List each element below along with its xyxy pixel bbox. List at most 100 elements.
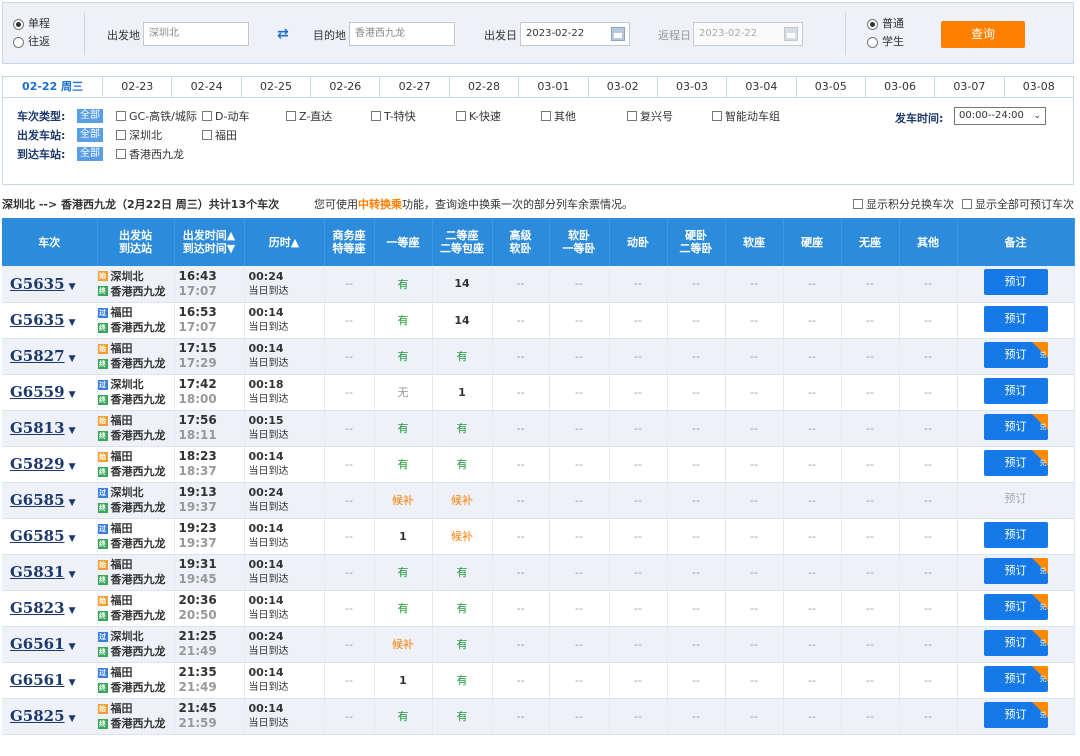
column-header[interactable]: 出发时间▲ 到达时间▼	[174, 218, 245, 266]
book-button[interactable]: 预订	[983, 377, 1048, 404]
book-button[interactable]: 预订 兑	[983, 629, 1048, 656]
seat-cell: --	[899, 554, 958, 591]
arr-station-all-button[interactable]: 全部	[77, 147, 103, 161]
train-type-checkbox[interactable]: 智能动车组	[712, 108, 780, 124]
station-tag-icon: 终	[97, 394, 108, 405]
tab-date[interactable]: 03-06	[865, 77, 936, 97]
tab-date[interactable]: 02-27	[380, 77, 450, 97]
train-number-link[interactable]: G5825	[10, 707, 65, 725]
tab-date[interactable]: 02-26	[311, 77, 381, 97]
from-station-name: 深圳北	[110, 486, 144, 499]
book-button[interactable]: 预订 兑	[983, 341, 1048, 368]
train-number-link[interactable]: G5813	[10, 419, 65, 437]
caret-down-icon[interactable]: ▼	[69, 390, 76, 400]
seat-availability[interactable]: 候补	[392, 638, 414, 651]
book-button[interactable]: 预订	[983, 521, 1048, 548]
train-number-link[interactable]: G5827	[10, 347, 65, 365]
train-type-checkbox[interactable]: Z-直达	[286, 108, 332, 124]
from-station-name: 福田	[110, 306, 133, 319]
dep-time-select[interactable]: 00:00--24:00 ⌄	[954, 107, 1046, 125]
book-button[interactable]: 预订 兑	[983, 413, 1048, 440]
radio-student[interactable]: 学生	[867, 33, 904, 51]
seat-availability[interactable]: 候补	[392, 494, 414, 507]
train-number-link[interactable]: G5831	[10, 563, 65, 581]
caret-down-icon[interactable]: ▼	[69, 714, 76, 724]
tab-date[interactable]: 03-04	[727, 77, 797, 97]
book-button[interactable]: 预订 兑	[983, 665, 1048, 692]
tab-date[interactable]: 02-22 周三	[3, 77, 104, 97]
all-bookable-checkbox[interactable]: 显示全部可预订车次	[962, 196, 1074, 212]
return-date-input[interactable]: 2023-02-22	[693, 22, 803, 46]
points-exchange-checkbox[interactable]: 显示积分兑换车次	[853, 196, 954, 212]
caret-down-icon[interactable]: ▼	[69, 354, 76, 364]
caret-down-icon[interactable]: ▼	[69, 642, 76, 652]
radio-one-way[interactable]: 单程	[13, 15, 50, 33]
transfer-link[interactable]: 中转换乘	[358, 198, 402, 211]
seat-availability: --	[692, 421, 700, 435]
tab-date[interactable]: 03-05	[796, 77, 866, 97]
dep-station-all-button[interactable]: 全部	[77, 128, 103, 142]
caret-down-icon[interactable]: ▼	[69, 678, 76, 688]
to-input[interactable]: 香港西九龙	[349, 22, 455, 46]
caret-down-icon[interactable]: ▼	[69, 318, 76, 328]
train-number-link[interactable]: G5829	[10, 455, 65, 473]
tab-date[interactable]: 02-28	[449, 77, 520, 97]
tab-date[interactable]: 02-23	[103, 77, 173, 97]
train-type-checkbox[interactable]: GC-高铁/城际	[116, 108, 197, 124]
train-type-checkbox[interactable]: 其他	[541, 108, 576, 124]
seat-availability[interactable]: 候补	[451, 530, 473, 543]
seat-cell: --	[492, 374, 550, 411]
column-header[interactable]: 历时▲	[244, 218, 325, 266]
caret-down-icon[interactable]: ▼	[69, 282, 76, 292]
swap-icon[interactable]: ⇄	[277, 27, 289, 41]
tab-date[interactable]: 03-07	[935, 77, 1005, 97]
train-number-link[interactable]: G5635	[10, 275, 65, 293]
seat-availability: --	[924, 277, 932, 291]
radio-adult[interactable]: 普通	[867, 15, 904, 33]
train-number-link[interactable]: G6561	[10, 671, 65, 689]
dep-station-checkbox[interactable]: 福田	[202, 127, 237, 143]
caret-down-icon[interactable]: ▼	[69, 606, 76, 616]
from-input[interactable]: 深圳北	[143, 22, 249, 46]
seat-availability: --	[924, 493, 932, 507]
train-number-link[interactable]: G6561	[10, 635, 65, 653]
train-number-link[interactable]: G6559	[10, 383, 65, 401]
caret-down-icon[interactable]: ▼	[69, 534, 76, 544]
arr-station-checkbox[interactable]: 香港西九龙	[116, 146, 184, 162]
train-number-link[interactable]: G5635	[10, 311, 65, 329]
tab-date[interactable]: 03-02	[588, 77, 658, 97]
type-all-button[interactable]: 全部	[77, 109, 103, 123]
seat-availability[interactable]: 候补	[451, 494, 473, 507]
arrival-day: 当日到达	[248, 718, 289, 729]
book-button[interactable]: 预订	[983, 305, 1048, 332]
train-number-link[interactable]: G6585	[10, 527, 65, 545]
seat-cell: --	[783, 410, 842, 447]
caret-down-icon[interactable]: ▼	[69, 570, 76, 580]
book-button[interactable]: 预订	[983, 269, 1048, 296]
calendar-icon[interactable]	[784, 27, 798, 41]
caret-down-icon[interactable]: ▼	[69, 498, 76, 508]
train-type-checkbox[interactable]: D-动车	[202, 108, 249, 124]
train-number-link[interactable]: G6585	[10, 491, 65, 509]
dep-station-checkbox[interactable]: 深圳北	[116, 127, 162, 143]
train-number-link[interactable]: G5823	[10, 599, 65, 617]
train-type-checkbox[interactable]: K-快速	[456, 108, 501, 124]
depart-date-input[interactable]: 2023-02-22	[520, 22, 630, 46]
book-button[interactable]: 预订 兑	[983, 701, 1048, 728]
train-type-checkbox[interactable]: 复兴号	[627, 108, 673, 124]
train-type-checkbox[interactable]: T-特快	[371, 108, 416, 124]
book-button[interactable]: 预订 兑	[983, 593, 1048, 620]
tab-date[interactable]: 03-08	[1004, 77, 1073, 97]
tab-date[interactable]: 02-24	[172, 77, 242, 97]
query-button[interactable]: 查询	[941, 21, 1025, 48]
tab-date[interactable]: 03-03	[657, 77, 728, 97]
book-button[interactable]: 预订 兑	[983, 557, 1048, 584]
radio-round-trip[interactable]: 往返	[13, 33, 50, 51]
departure-time: 21:35	[178, 665, 217, 679]
caret-down-icon[interactable]: ▼	[69, 426, 76, 436]
calendar-icon[interactable]	[611, 27, 625, 41]
caret-down-icon[interactable]: ▼	[69, 462, 76, 472]
tab-date[interactable]: 02-25	[241, 77, 312, 97]
tab-date[interactable]: 03-01	[519, 77, 589, 97]
book-button[interactable]: 预订 兑	[983, 449, 1048, 476]
